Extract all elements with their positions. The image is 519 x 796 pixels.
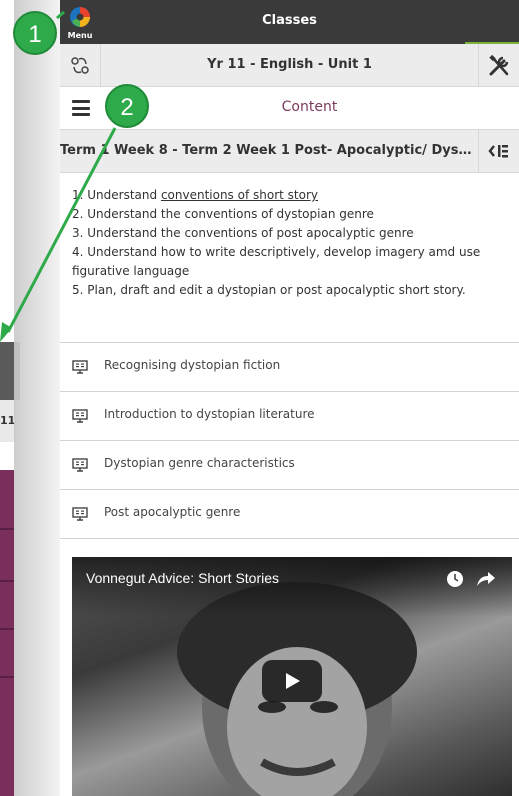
panel-shadow xyxy=(14,0,62,796)
content-label: Content xyxy=(281,99,338,115)
resource-label: Post apocalyptic genre xyxy=(104,505,241,519)
resource-item[interactable]: Recognising dystopian fiction xyxy=(60,342,519,391)
switch-icon xyxy=(71,57,89,74)
class-bar: Yr 11 - English - Unit 1 xyxy=(60,44,519,87)
background-stripe xyxy=(0,580,14,582)
objective-item: 3. Understand the conventions of post ap… xyxy=(72,226,414,240)
resource-item[interactable]: Post apocalyptic genre xyxy=(60,489,519,539)
objective-item: 4. Understand how to write descriptively… xyxy=(72,245,481,278)
resource-label: Dystopian genre characteristics xyxy=(104,456,295,470)
term-bar[interactable]: Term 1 Week 8 - Term 2 Week 1 Post- Apoc… xyxy=(60,130,519,173)
watch-later-icon[interactable] xyxy=(446,570,464,588)
objective-item: 5. Plan, draft and edit a dystopian or p… xyxy=(72,283,466,297)
resource-list: Recognising dystopian fiction Introducti… xyxy=(60,342,519,539)
background-stripe xyxy=(0,528,14,530)
resource-label: Introduction to dystopian literature xyxy=(104,407,315,421)
tools-icon xyxy=(489,54,509,76)
settings-button[interactable] xyxy=(478,44,519,86)
presentation-icon xyxy=(72,409,88,423)
background-stripe xyxy=(0,676,14,678)
objective-item: 2. Understand the conventions of dystopi… xyxy=(72,207,374,221)
hamburger-menu-icon[interactable] xyxy=(72,100,90,116)
page-title: Classes xyxy=(262,13,317,28)
background-stripe xyxy=(0,628,14,630)
video-player[interactable]: Vonnegut Advice: Short Stories xyxy=(72,557,512,796)
objective-item: 1. Understand conventions of short story xyxy=(72,188,318,202)
presentation-icon xyxy=(72,360,88,374)
background-purple-panel xyxy=(0,470,14,796)
term-title: Term 1 Week 8 - Term 2 Week 1 Post- Apoc… xyxy=(60,143,475,158)
video-title[interactable]: Vonnegut Advice: Short Stories xyxy=(86,570,279,586)
learning-objectives: 1. Understand conventions of short story… xyxy=(60,186,519,300)
switch-class-button[interactable] xyxy=(60,44,101,86)
presentation-icon xyxy=(72,507,88,521)
resource-label: Recognising dystopian fiction xyxy=(104,358,281,372)
annotation-badge-2: 2 xyxy=(105,84,149,128)
resource-item[interactable]: Introduction to dystopian literature xyxy=(60,391,519,440)
conventions-link[interactable]: conventions of short story xyxy=(161,188,318,202)
collapse-panel-icon xyxy=(488,145,508,158)
resource-item[interactable]: Dystopian genre characteristics xyxy=(60,440,519,489)
presentation-icon xyxy=(72,458,88,472)
collapse-panel-button[interactable] xyxy=(478,130,519,172)
annotation-badge-1: 1 xyxy=(13,11,57,55)
menu-label: Menu xyxy=(67,31,93,40)
play-button[interactable] xyxy=(262,660,322,702)
class-title: Yr 11 - English - Unit 1 xyxy=(207,57,372,72)
top-bar: Menu Classes xyxy=(60,0,519,44)
share-icon[interactable] xyxy=(476,570,496,588)
